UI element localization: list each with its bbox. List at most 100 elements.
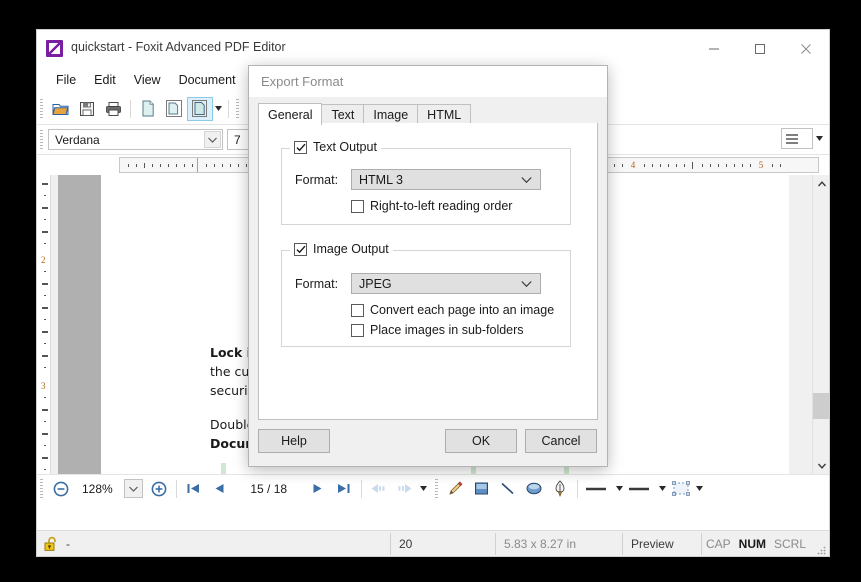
last-page-icon[interactable] (331, 477, 357, 501)
menu-view[interactable]: View (125, 71, 170, 89)
title-bar: quickstart - Foxit Advanced PDF Editor (37, 30, 829, 67)
rtl-checkbox[interactable] (351, 199, 364, 213)
draw-toolbar-grip[interactable] (434, 478, 438, 499)
convert-page-row[interactable]: Convert each page into an image (351, 303, 554, 317)
document-security-status[interactable]: - (37, 531, 78, 557)
navigation-toolbar: 128% 15 / 18 (37, 474, 829, 502)
image-format-label: Format: (295, 276, 339, 291)
navigate-dropdown-icon[interactable] (418, 477, 429, 501)
status-bar: - 20 5.83 x 8.27 in Preview CAP NUM SCRL (37, 530, 829, 556)
zoom-dropdown-button[interactable] (123, 479, 143, 498)
dialog-title: Export Format (249, 66, 607, 97)
line-style-dropdown-icon[interactable] (614, 477, 625, 501)
nav-separator-2 (360, 479, 362, 498)
save-icon[interactable] (74, 97, 100, 121)
ellipse-tool-icon[interactable] (521, 477, 547, 501)
next-page-icon[interactable] (305, 477, 331, 501)
general-tab-panel: Text Output Format: HTML 3 Right-to-left… (258, 123, 598, 420)
image-output-legend: Image Output (290, 242, 393, 256)
maximize-button[interactable] (737, 30, 783, 67)
vertical-ruler[interactable]: 2 3 (37, 175, 51, 474)
zoom-in-icon[interactable] (146, 477, 172, 501)
subfolder-row[interactable]: Place images in sub-folders (351, 323, 524, 337)
pen-tool-icon[interactable] (547, 477, 573, 501)
chevron-down-icon[interactable] (521, 280, 532, 287)
minimize-button[interactable] (691, 30, 737, 67)
nav-toolbar-grip[interactable] (40, 478, 43, 499)
first-page-icon[interactable] (181, 477, 207, 501)
menu-document[interactable]: Document (170, 71, 245, 89)
vertical-scrollbar[interactable] (812, 175, 829, 474)
ok-button[interactable]: OK (445, 429, 517, 453)
line-tool-icon[interactable] (495, 477, 521, 501)
page-two-icon[interactable] (161, 97, 187, 121)
pencil-tool-icon[interactable] (443, 477, 469, 501)
previous-page-icon[interactable] (207, 477, 233, 501)
rtl-row[interactable]: Right-to-left reading order (351, 199, 512, 213)
page-single-icon[interactable] (135, 97, 161, 121)
subfolder-checkbox[interactable] (351, 323, 364, 337)
formatting-right-group (777, 128, 823, 149)
scroll-up-icon[interactable] (813, 175, 829, 192)
rtl-label: Right-to-left reading order (370, 199, 513, 213)
image-output-checkbox[interactable] (294, 242, 307, 256)
chevron-down-icon[interactable] (521, 176, 532, 183)
menu-file[interactable]: File (47, 71, 85, 89)
menu-edit[interactable]: Edit (85, 71, 125, 89)
scroll-lock-indicator: SCRL (773, 536, 806, 551)
page-dimensions: 5.83 x 8.27 in (503, 536, 577, 551)
line-spacing-combo[interactable] (781, 128, 813, 149)
image-format-combo[interactable]: JPEG (351, 273, 541, 294)
zoom-level: 128% (82, 481, 113, 496)
ruler-number-5: 5 (758, 160, 764, 170)
font-size-value: 7 (234, 132, 241, 147)
dialog-footer: Help OK Cancel (249, 420, 607, 466)
dialog-tab-strip: General Text Image HTML (258, 103, 598, 125)
ruler-number-4: 4 (630, 160, 636, 170)
resize-grip-icon[interactable] (810, 529, 829, 556)
tab-image[interactable]: Image (363, 104, 419, 124)
ruler-vnumber-3: 3 (41, 381, 46, 391)
navigate-forward-icon[interactable] (392, 477, 418, 501)
page-indicator[interactable]: 15 / 18 (233, 482, 305, 496)
scroll-down-icon[interactable] (813, 457, 829, 474)
close-button[interactable] (783, 30, 829, 67)
object-count: 20 (398, 536, 413, 551)
image-format-row: Format: JPEG (295, 273, 541, 294)
text-output-legend: Text Output (290, 140, 381, 154)
image-output-group: Image Output Format: JPEG Convert each p… (281, 242, 571, 347)
text-format-value: HTML 3 (359, 172, 403, 187)
line-weight-dropdown-icon[interactable] (657, 477, 668, 501)
rectangle-tool-icon[interactable] (469, 477, 495, 501)
open-icon[interactable] (48, 97, 74, 121)
line-style-icon[interactable] (582, 477, 614, 501)
export-format-dialog: Export Format General Text Image HTML Te… (248, 65, 608, 467)
tab-text[interactable]: Text (321, 104, 365, 124)
convert-page-checkbox[interactable] (351, 303, 364, 317)
selection-dropdown-icon[interactable] (694, 477, 705, 501)
font-family-combo[interactable]: Verdana (48, 129, 223, 150)
toolbar-grip[interactable] (40, 98, 43, 119)
tab-html[interactable]: HTML (417, 104, 472, 124)
page-layout-dropdown-icon[interactable] (213, 97, 224, 121)
tab-general[interactable]: General (258, 103, 323, 125)
help-button[interactable]: Help (258, 429, 330, 453)
caps-lock-indicator: CAP (705, 536, 731, 551)
zoom-out-icon[interactable] (48, 477, 74, 501)
cancel-button[interactable]: Cancel (525, 429, 597, 453)
selection-tool-icon[interactable] (668, 477, 694, 501)
toolbar-grip-2[interactable] (236, 98, 239, 119)
toolbar-separator-2 (228, 99, 229, 118)
navigate-back-icon[interactable] (366, 477, 392, 501)
text-output-checkbox[interactable] (294, 140, 307, 154)
line-spacing-dropdown-icon[interactable] (813, 136, 823, 141)
foxit-logo-icon (46, 40, 63, 57)
print-icon[interactable] (100, 97, 126, 121)
format-toolbar-grip[interactable] (40, 129, 43, 150)
chevron-down-icon[interactable] (204, 131, 221, 148)
text-format-combo[interactable]: HTML 3 (351, 169, 541, 190)
scrollbar-thumb[interactable] (813, 393, 829, 419)
page-layout-icon[interactable] (187, 96, 213, 121)
lock-status-text: - (66, 536, 70, 551)
line-weight-icon[interactable] (625, 477, 657, 501)
